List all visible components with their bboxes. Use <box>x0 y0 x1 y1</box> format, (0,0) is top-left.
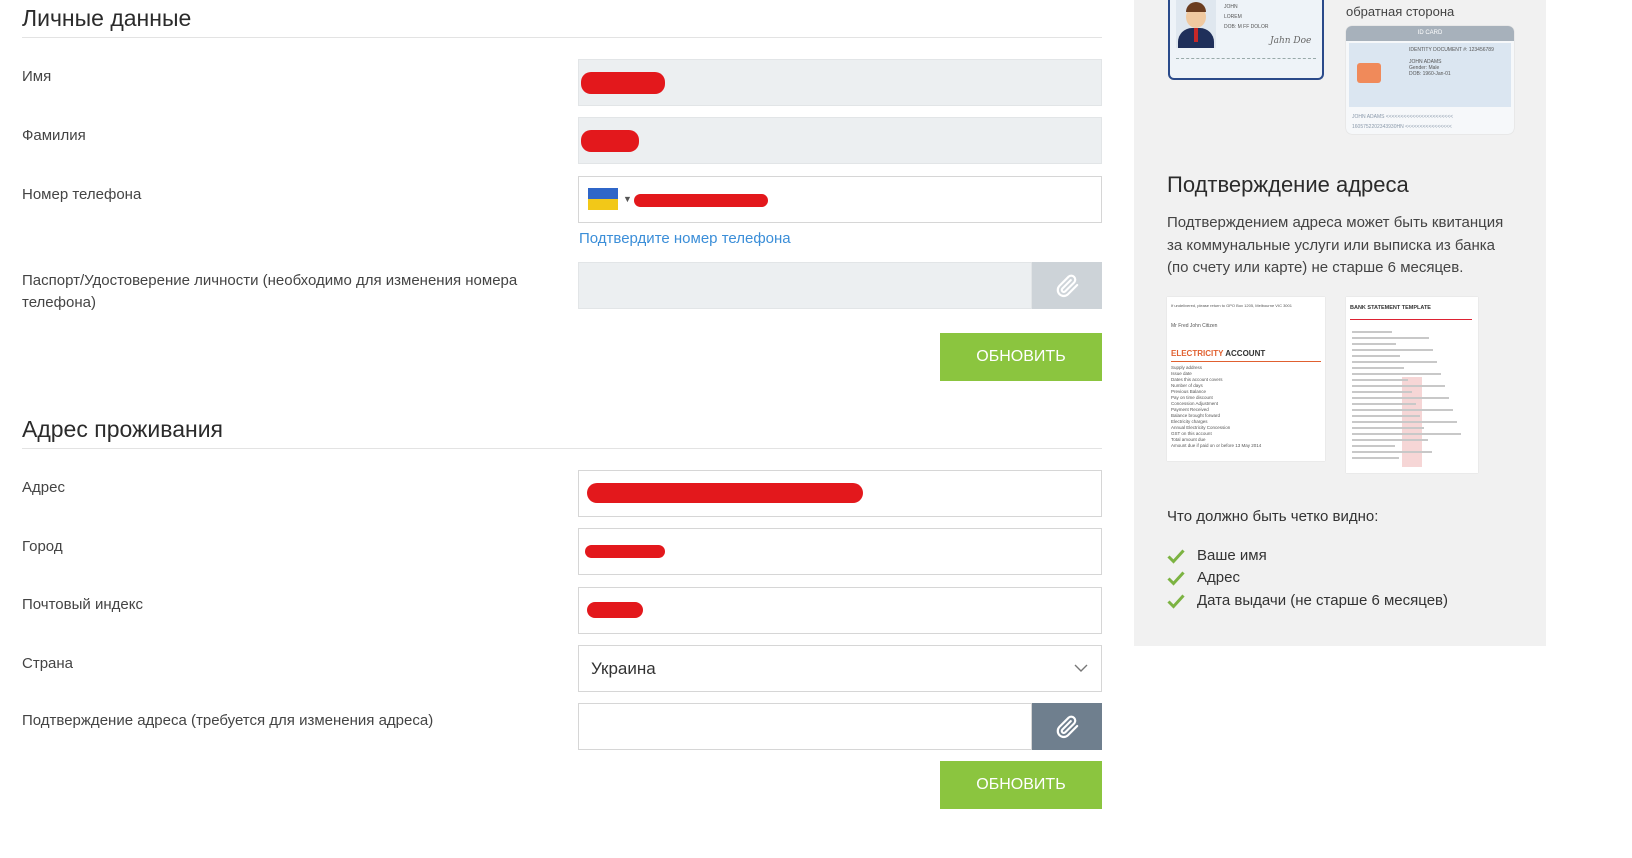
checklist-item: Ваше имя <box>1167 547 1267 564</box>
bill-line: Amount due if paid on or before 13 May 2… <box>1171 443 1262 448</box>
signature: Jahn Doe <box>1270 36 1312 46</box>
paperclip-icon <box>1056 715 1079 738</box>
update-personal-button[interactable]: ОБНОВИТЬ <box>940 333 1102 381</box>
back-side-label: обратная сторона <box>1346 4 1455 19</box>
bank-statement-sample-image: BANK STATEMENT TEMPLATE <box>1346 297 1478 473</box>
card-field: JOHN <box>1224 4 1238 10</box>
divider <box>22 448 1102 449</box>
city-label: Город <box>22 538 63 555</box>
checklist-item: Адрес <box>1167 569 1240 586</box>
redacted-value <box>581 130 639 152</box>
country-label: Страна <box>22 655 74 672</box>
utility-bill-sample-image: If undelivered, please return to GPO Box… <box>1167 297 1325 461</box>
mrz-line: JOHN ADAMS <<<<<<<<<<<<<<<<<<<<<<< <box>1352 114 1454 120</box>
checklist-label: Адрес <box>1197 569 1240 586</box>
card-field: DOB: 1960-Jan-01 <box>1409 71 1451 77</box>
statement-row <box>1352 331 1392 333</box>
ukraine-flag-icon[interactable] <box>588 188 618 210</box>
statement-row <box>1352 451 1432 453</box>
checklist-label: Ваше имя <box>1197 547 1267 564</box>
statement-row <box>1352 337 1429 339</box>
checklist-label: Дата выдачи (не старше 6 месяцев) <box>1197 592 1448 609</box>
statement-row <box>1352 427 1424 429</box>
chevron-down-icon <box>1074 664 1088 672</box>
card-field: DOB: M FF DOLOR <box>1224 24 1269 30</box>
confirm-phone-link[interactable]: Подтвердите номер телефона <box>579 230 791 247</box>
statement-row <box>1352 439 1428 441</box>
statement-row <box>1352 445 1395 447</box>
last-name-label: Фамилия <box>22 127 86 144</box>
statement-row <box>1352 409 1453 411</box>
card-field: IDENTITY DOCUMENT #: 123456789 <box>1409 47 1494 53</box>
caret-down-icon[interactable]: ▼ <box>623 194 632 204</box>
statement-row <box>1352 457 1399 459</box>
statement-row <box>1352 349 1433 351</box>
phone-label: Номер телефона <box>22 186 142 203</box>
bill-header: If undelivered, please return to GPO Box… <box>1171 303 1292 308</box>
redacted-value <box>585 545 665 558</box>
personal-data-title: Личные данные <box>22 5 192 31</box>
statement-row <box>1352 367 1404 369</box>
mrz-line: 1605752202343930HN <<<<<<<<<<<<<<<< <box>1352 124 1452 130</box>
address-proof-title: Подтверждение адреса <box>1167 172 1409 197</box>
mrz-zone <box>1176 58 1316 72</box>
bank-lines <box>1352 327 1472 463</box>
attach-address-proof-button[interactable] <box>1032 703 1102 750</box>
country-select[interactable]: Украина <box>578 645 1102 692</box>
statement-row <box>1352 361 1437 363</box>
statement-row <box>1352 373 1441 375</box>
update-address-button[interactable]: ОБНОВИТЬ <box>940 761 1102 809</box>
check-icon <box>1167 548 1185 564</box>
portrait-icon <box>1176 0 1216 48</box>
bill-lines: Supply address Issue date Dates this accou… <box>1171 365 1321 449</box>
id-card-header: ID CARD <box>1346 26 1514 41</box>
attach-passport-button[interactable] <box>1032 262 1102 309</box>
statement-row <box>1352 397 1449 399</box>
check-icon <box>1167 593 1185 609</box>
redacted-value <box>587 483 863 503</box>
statement-row <box>1352 433 1461 435</box>
country-selected-value: Украина <box>591 659 656 678</box>
statement-row <box>1352 385 1445 387</box>
address-label: Адрес <box>22 479 65 496</box>
checklist-item: Дата выдачи (не старше 6 месяцев) <box>1167 592 1448 609</box>
statement-row <box>1352 343 1396 345</box>
redacted-value <box>587 602 643 618</box>
passport-label: Паспорт/Удостоверение личности (необходи… <box>22 272 518 311</box>
statement-row <box>1352 415 1420 417</box>
redacted-value <box>634 194 768 207</box>
statement-row <box>1352 421 1457 423</box>
card-field: LOREM <box>1224 14 1242 20</box>
address-proof-description: Подтверждением адреса может быть квитанц… <box>1167 214 1504 276</box>
first-name-field[interactable] <box>578 59 1102 106</box>
statement-row <box>1352 379 1408 381</box>
check-icon <box>1167 570 1185 586</box>
phone-field[interactable] <box>578 176 1102 223</box>
first-name-label: Имя <box>22 68 52 85</box>
statement-row <box>1352 403 1416 405</box>
redacted-value <box>581 72 665 94</box>
postal-code-field[interactable] <box>578 587 1102 634</box>
address-title: Адрес проживания <box>22 416 224 442</box>
last-name-field[interactable] <box>578 117 1102 164</box>
bank-title: BANK STATEMENT TEMPLATE <box>1350 305 1431 311</box>
divider <box>22 37 1102 38</box>
address-field[interactable] <box>578 470 1102 517</box>
statement-row <box>1352 355 1400 357</box>
id-card-back-image: ID CARD IDENTITY DOCUMENT #: 123456789 J… <box>1346 26 1514 134</box>
paperclip-icon <box>1056 274 1079 297</box>
bill-title: ELECTRICITY ACCOUNT <box>1171 349 1266 358</box>
address-proof-file-field[interactable] <box>578 703 1032 750</box>
passport-file-field[interactable] <box>578 262 1032 309</box>
id-card-front-image: JOHN LOREM DOB: M FF DOLOR Jahn Doe <box>1168 0 1324 80</box>
city-field[interactable] <box>578 528 1102 575</box>
bill-name: Mr Fred John Citizen <box>1171 323 1218 329</box>
statement-row <box>1352 391 1412 393</box>
visible-requirements-question: Что должно быть четко видно: <box>1167 508 1379 525</box>
chip-icon <box>1357 63 1381 83</box>
address-proof-label: Подтверждение адреса (требуется для изме… <box>22 712 434 729</box>
postal-label: Почтовый индекс <box>22 596 143 613</box>
